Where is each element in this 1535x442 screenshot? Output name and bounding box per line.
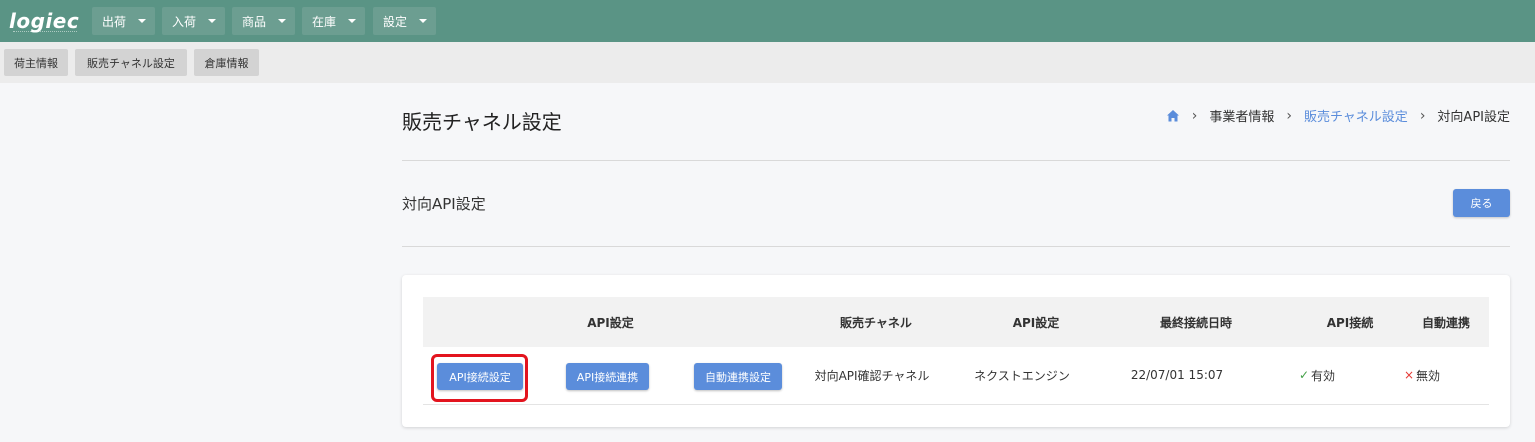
caret-down-icon (208, 19, 217, 23)
nav-inventory-label: 在庫 (312, 14, 337, 29)
nav-inventory-menu[interactable]: 在庫 (302, 7, 365, 35)
nav-settings-label: 設定 (383, 14, 408, 29)
sub-nav-bar: 荷主情報 販売チャネル設定 倉庫情報 (0, 42, 1535, 83)
sales-channel-cell: 対向API確認チャネル (814, 368, 930, 383)
chevron-right-icon: › (1191, 107, 1198, 124)
breadcrumb-item-sales-channel[interactable]: 販売チャネル設定 (1304, 106, 1408, 125)
top-nav-bar: logiec 出荷 入荷 商品 在庫 設定 (0, 0, 1535, 42)
subnav-warehouse-info[interactable]: 倉庫情報 (194, 49, 259, 76)
back-button[interactable]: 戻る (1453, 189, 1510, 217)
auto-link-status: 無効 (1416, 368, 1441, 383)
api-connection-link-button[interactable]: API接続連携 (566, 363, 649, 390)
check-icon: ✓ (1298, 368, 1310, 382)
api-settings-card: API設定 販売チャネル API設定 最終接続日時 API接続 自動連携 API… (402, 275, 1510, 427)
caret-down-icon (278, 19, 287, 23)
breadcrumb-item-business-info[interactable]: 事業者情報 (1209, 106, 1274, 125)
column-header-sales-channel: 販売チャネル (840, 315, 912, 330)
api-connection-cell: ✓ 有効 (1282, 360, 1352, 390)
nav-receiving-menu[interactable]: 入荷 (162, 7, 225, 35)
api-connection-settings-button[interactable]: API接続設定 (437, 363, 523, 390)
nav-shipping-menu[interactable]: 出荷 (92, 7, 155, 35)
section-title: 対向API設定 (402, 195, 486, 213)
divider (402, 160, 1510, 161)
column-header-api-settings: API設定 (587, 315, 634, 330)
column-header-auto-link: 自動連携 (1421, 315, 1470, 330)
chevron-right-icon: › (1419, 107, 1426, 124)
auto-link-settings-button[interactable]: 自動連携設定 (694, 363, 782, 390)
logo-tagline-decoration (13, 31, 77, 33)
caret-down-icon (348, 19, 357, 23)
auto-link-cell: × 無効 (1387, 360, 1457, 390)
divider (402, 246, 1510, 247)
subnav-sales-channel-settings[interactable]: 販売チャネル設定 (75, 49, 187, 76)
api-connection-status: 有効 (1311, 368, 1336, 383)
last-connected-cell: 22/07/01 15:07 (1130, 368, 1224, 382)
subnav-shipper-info[interactable]: 荷主情報 (4, 49, 68, 76)
column-header-api-setting: API設定 (1012, 315, 1060, 330)
chevron-right-icon: › (1286, 107, 1292, 124)
caret-down-icon (138, 19, 147, 23)
api-setting-cell: ネクストエンジン (974, 368, 1070, 383)
cross-icon: × (1403, 368, 1415, 382)
nav-products-menu[interactable]: 商品 (232, 7, 295, 35)
nav-shipping-label: 出荷 (102, 14, 127, 29)
logo[interactable]: logiec (9, 9, 79, 33)
breadcrumb-item-current: 対向API設定 (1437, 110, 1510, 125)
page-title: 販売チャネル設定 (402, 110, 562, 134)
nav-settings-menu[interactable]: 設定 (373, 7, 436, 35)
row-divider (423, 404, 1489, 405)
home-icon[interactable] (1166, 109, 1180, 123)
caret-down-icon (419, 19, 428, 23)
column-header-last-connected: 最終接続日時 (1159, 315, 1232, 330)
column-header-api-connection: API接続 (1326, 315, 1374, 330)
breadcrumb: › 事業者情報 › 販売チャネル設定 › 対向API設定 (1166, 106, 1510, 125)
nav-products-label: 商品 (242, 14, 267, 29)
nav-receiving-label: 入荷 (172, 14, 197, 29)
table-header: API設定 販売チャネル API設定 最終接続日時 API接続 自動連携 (423, 297, 1489, 347)
